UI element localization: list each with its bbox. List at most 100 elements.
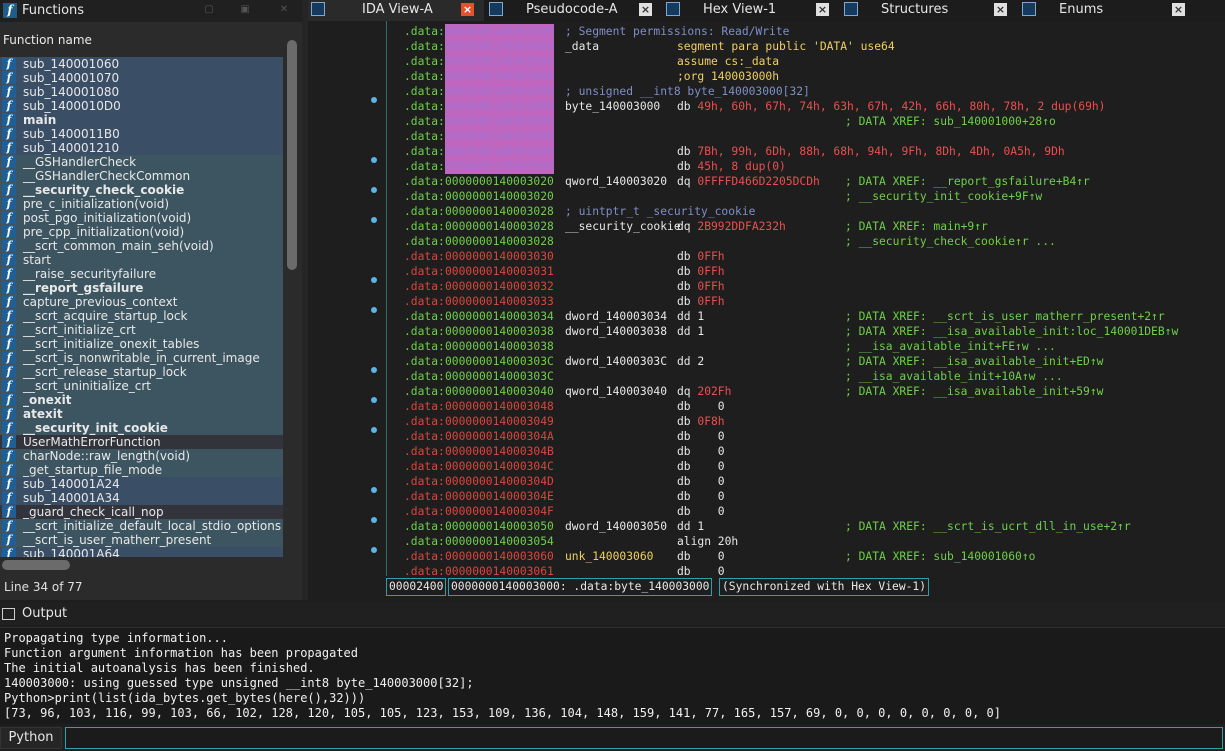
tab-enums[interactable]: Enums ×: [1019, 0, 1195, 21]
interpreter-selector[interactable]: Python: [0, 727, 62, 749]
xref-comment[interactable]: ; DATA XREF: __report_gsfailure+B4↑r: [845, 174, 1090, 189]
data-label[interactable]: dword_140003038: [565, 324, 667, 339]
address[interactable]: 0000000140003060: [445, 549, 554, 564]
function-list-item[interactable]: f __scrt_is_user_matherr_present: [0, 533, 283, 547]
output-window[interactable]: Propagating type information... Function …: [0, 627, 1225, 724]
data-label[interactable]: _data: [565, 39, 599, 54]
breakpoint-dot-icon[interactable]: [371, 187, 377, 193]
function-list-item[interactable]: f sub_140001A24: [0, 477, 283, 491]
function-list-item[interactable]: f _get_startup_file_mode: [0, 463, 283, 477]
address[interactable]: 0000000140003000: [445, 69, 554, 84]
data-label[interactable]: unk_140003060: [565, 549, 653, 564]
function-list-item[interactable]: f __scrt_release_startup_lock: [0, 365, 283, 379]
address[interactable]: 0000000140003028: [445, 219, 554, 234]
xref-comment[interactable]: ; __isa_available_init+10A↑w ...: [845, 369, 1063, 384]
breakpoint-dot-icon[interactable]: [371, 487, 377, 493]
function-list-item[interactable]: f start: [0, 253, 283, 267]
close-tab-icon[interactable]: ×: [816, 3, 829, 16]
close-tab-icon[interactable]: ×: [461, 3, 474, 16]
xref-comment[interactable]: ; DATA XREF: main+9↑r: [845, 219, 988, 234]
address[interactable]: 0000000140003034: [445, 309, 554, 324]
function-list-item[interactable]: f __scrt_common_main_seh(void): [0, 239, 283, 253]
breakpoint-dot-icon[interactable]: [371, 427, 377, 433]
function-list[interactable]: f sub_140001060 f sub_140001070 f sub_1400010…: [0, 57, 283, 557]
function-list-item[interactable]: f __scrt_is_nonwritable_in_current_image: [0, 351, 283, 365]
function-list-item[interactable]: f __scrt_acquire_startup_lock: [0, 309, 283, 323]
python-command-input[interactable]: [65, 727, 1223, 749]
address[interactable]: 0000000140003031: [445, 264, 554, 279]
address[interactable]: 0000000140003000: [445, 114, 554, 129]
xref-comment[interactable]: ; __isa_available_init+FE↑w ...: [845, 339, 1056, 354]
function-list-item[interactable]: f __report_gsfailure: [0, 281, 283, 295]
function-list-item[interactable]: f __scrt_uninitialize_crt: [0, 379, 283, 393]
function-list-item[interactable]: f sub_140001A64: [0, 547, 283, 557]
address[interactable]: 000000014000304B: [445, 444, 554, 459]
xref-comment[interactable]: ; DATA XREF: __scrt_is_user_matherr_pres…: [845, 309, 1165, 324]
address[interactable]: 0000000140003050: [445, 519, 554, 534]
xref-comment[interactable]: ; DATA XREF: sub_140001000+28↑o: [845, 114, 1056, 129]
address[interactable]: 0000000140003000: [445, 54, 554, 69]
function-list-item[interactable]: f sub_1400011B0: [0, 127, 283, 141]
address[interactable]: 0000000140003040: [445, 384, 554, 399]
address[interactable]: 0000000140003000: [445, 99, 554, 114]
function-list-item[interactable]: f __security_init_cookie: [0, 421, 283, 435]
function-list-item[interactable]: f __scrt_initialize_default_local_stdio_o…: [0, 519, 283, 533]
tab-hex-view-1[interactable]: Hex View-1 ×: [663, 0, 839, 21]
breakpoint-dot-icon[interactable]: [371, 277, 377, 283]
xref-comment[interactable]: ; DATA XREF: sub_140001060↑o: [845, 549, 1035, 564]
address[interactable]: 0000000140003000: [445, 84, 554, 99]
breakpoint-dot-icon[interactable]: [371, 217, 377, 223]
xref-comment[interactable]: ; DATA XREF: __isa_available_init:loc_14…: [845, 324, 1178, 339]
float-icon[interactable]: ▢: [204, 5, 214, 15]
address[interactable]: 0000000140003020: [445, 174, 554, 189]
address[interactable]: 0000000140003000: [445, 24, 554, 39]
function-list-vscrollbar[interactable]: [284, 28, 300, 558]
function-list-item[interactable]: f charNode::raw_length(void): [0, 449, 283, 463]
address[interactable]: 0000000140003032: [445, 279, 554, 294]
function-list-item[interactable]: f _guard_check_icall_nop: [0, 505, 283, 519]
address[interactable]: 0000000140003049: [445, 414, 554, 429]
column-header-function-name[interactable]: Function name: [0, 28, 283, 52]
address[interactable]: 0000000140003048: [445, 399, 554, 414]
function-list-item[interactable]: f __raise_securityfailure: [0, 267, 283, 281]
function-list-item[interactable]: f sub_140001060: [0, 57, 283, 71]
address[interactable]: 000000014000304A: [445, 429, 554, 444]
address[interactable]: 0000000140003000: [445, 129, 554, 144]
address[interactable]: 0000000140003038: [445, 339, 554, 354]
function-list-item[interactable]: f __GSHandlerCheckCommon: [0, 169, 283, 183]
breakpoint-dot-icon[interactable]: [371, 517, 377, 523]
function-list-hscrollbar[interactable]: [0, 558, 283, 572]
function-list-item[interactable]: f sub_140001210: [0, 141, 283, 155]
address[interactable]: 0000000140003028: [445, 204, 554, 219]
address[interactable]: 000000014000303C: [445, 369, 554, 384]
xref-comment[interactable]: ; DATA XREF: __isa_available_init+59↑w: [845, 384, 1103, 399]
breakpoint-dot-icon[interactable]: [371, 547, 377, 553]
tab-structures[interactable]: Structures ×: [841, 0, 1017, 21]
xref-comment[interactable]: ; DATA XREF: __scrt_is_ucrt_dll_in_use+2…: [845, 519, 1131, 534]
address[interactable]: 0000000140003028: [445, 234, 554, 249]
function-list-item[interactable]: f sub_1400010D0: [0, 99, 283, 113]
breakpoint-dot-icon[interactable]: [371, 157, 377, 163]
function-list-item[interactable]: f __scrt_initialize_crt: [0, 323, 283, 337]
function-list-item[interactable]: f pre_c_initialization(void): [0, 197, 283, 211]
ida-view[interactable]: ⌄ .data:0000000140003000; Segment permis…: [308, 21, 1225, 600]
tab-ida-view-a[interactable]: IDA View-A ×: [308, 0, 484, 21]
xref-comment[interactable]: ; __security_check_cookie↑r ...: [845, 234, 1056, 249]
data-label[interactable]: dword_140003034: [565, 309, 667, 324]
address[interactable]: 0000000140003020: [445, 189, 554, 204]
tab-pseudocode-a[interactable]: Pseudocode-A ×: [486, 0, 662, 21]
close-tab-icon[interactable]: ×: [994, 3, 1007, 16]
data-label[interactable]: __security_cookie: [565, 219, 681, 234]
xref-comment[interactable]: ; __security_init_cookie+9F↑w: [845, 189, 1042, 204]
function-list-item[interactable]: f __scrt_initialize_onexit_tables: [0, 337, 283, 351]
address[interactable]: 000000014000303C: [445, 354, 554, 369]
function-list-item[interactable]: f pre_cpp_initialization(void): [0, 225, 283, 239]
close-tab-icon[interactable]: ×: [1172, 3, 1185, 16]
disassembly-listing[interactable]: .data: 0000000140003000; Segment permissi…: [386, 21, 1225, 576]
restore-icon[interactable]: ▣: [240, 5, 250, 15]
function-list-item[interactable]: f sub_140001070: [0, 71, 283, 85]
data-label[interactable]: dword_140003050: [565, 519, 667, 534]
function-list-item[interactable]: f atexit: [0, 407, 283, 421]
data-label[interactable]: qword_140003040: [565, 384, 667, 399]
function-list-item[interactable]: f main: [0, 113, 283, 127]
